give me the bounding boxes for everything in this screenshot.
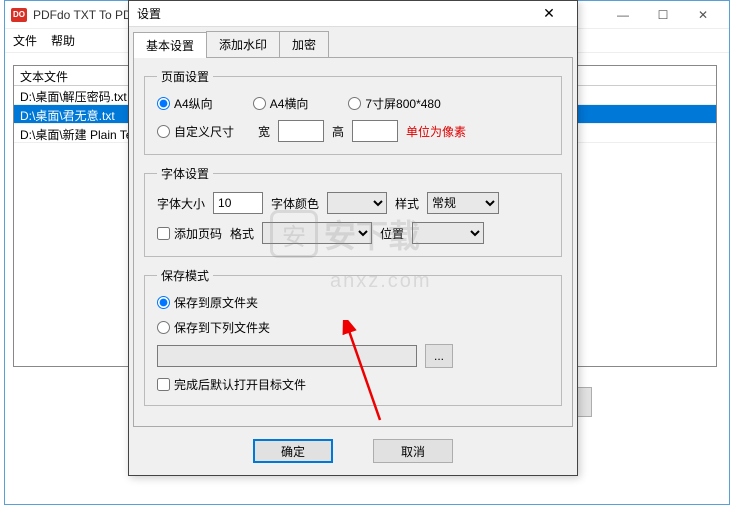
save-mode-group: 保存模式 保存到原文件夹 保存到下列文件夹 ... 完成后默认打开目标文件 <box>144 267 562 406</box>
font-style-select[interactable]: 常规 <box>427 192 499 214</box>
tab-watermark[interactable]: 添加水印 <box>206 31 280 57</box>
dialog-close-button[interactable]: ✕ <box>529 2 569 26</box>
tab-basic[interactable]: 基本设置 <box>133 32 207 58</box>
menu-file[interactable]: 文件 <box>13 32 37 49</box>
width-input[interactable] <box>278 120 324 142</box>
ok-button[interactable]: 确定 <box>253 439 333 463</box>
radio-save-to[interactable]: 保存到下列文件夹 <box>157 319 270 336</box>
font-color-label: 字体颜色 <box>271 195 319 212</box>
dialog-titlebar: 设置 ✕ <box>129 1 577 27</box>
pagenum-position-select[interactable] <box>412 222 484 244</box>
radio-a4-portrait[interactable]: A4纵向 <box>157 95 213 112</box>
font-size-label: 字体大小 <box>157 195 205 212</box>
font-style-label: 样式 <box>395 195 419 212</box>
settings-dialog: 设置 ✕ 基本设置 添加水印 加密 页面设置 A4纵向 A4横向 7寸屏800*… <box>128 0 578 476</box>
font-size-input[interactable] <box>213 192 263 214</box>
menu-help[interactable]: 帮助 <box>51 32 75 49</box>
unit-hint: 单位为像素 <box>406 123 466 140</box>
pagenum-position-label: 位置 <box>380 225 404 242</box>
height-label: 高 <box>332 123 344 140</box>
close-button[interactable]: ✕ <box>683 2 723 28</box>
page-settings-group: 页面设置 A4纵向 A4横向 7寸屏800*480 自定义尺寸 宽 高 单位为像… <box>144 68 562 155</box>
font-settings-group: 字体设置 字体大小 字体颜色 样式 常规 添加页码 格式 位置 <box>144 165 562 257</box>
cancel-button[interactable]: 取消 <box>373 439 453 463</box>
browse-button[interactable]: ... <box>425 344 453 368</box>
pagenum-format-select[interactable] <box>262 222 372 244</box>
font-color-select[interactable] <box>327 192 387 214</box>
tab-body: 页面设置 A4纵向 A4横向 7寸屏800*480 自定义尺寸 宽 高 单位为像… <box>133 57 573 427</box>
save-path-input[interactable] <box>157 345 417 367</box>
pagenum-format-label: 格式 <box>230 225 254 242</box>
maximize-button[interactable]: ☐ <box>643 2 683 28</box>
font-settings-legend: 字体设置 <box>157 165 213 182</box>
dialog-title: 设置 <box>137 5 529 22</box>
app-icon: DO <box>11 8 27 22</box>
tab-strip: 基本设置 添加水印 加密 <box>129 27 577 57</box>
open-after-check[interactable]: 完成后默认打开目标文件 <box>157 376 306 393</box>
add-pagenum-check[interactable]: 添加页码 <box>157 225 222 242</box>
page-settings-legend: 页面设置 <box>157 68 213 85</box>
height-input[interactable] <box>352 120 398 142</box>
width-label: 宽 <box>258 123 270 140</box>
radio-custom-size[interactable]: 自定义尺寸 <box>157 123 234 140</box>
radio-a4-landscape[interactable]: A4横向 <box>253 95 309 112</box>
tab-encrypt[interactable]: 加密 <box>279 31 329 57</box>
radio-save-same[interactable]: 保存到原文件夹 <box>157 294 258 311</box>
save-mode-legend: 保存模式 <box>157 267 213 284</box>
radio-7inch[interactable]: 7寸屏800*480 <box>348 95 440 112</box>
minimize-button[interactable]: — <box>603 2 643 28</box>
